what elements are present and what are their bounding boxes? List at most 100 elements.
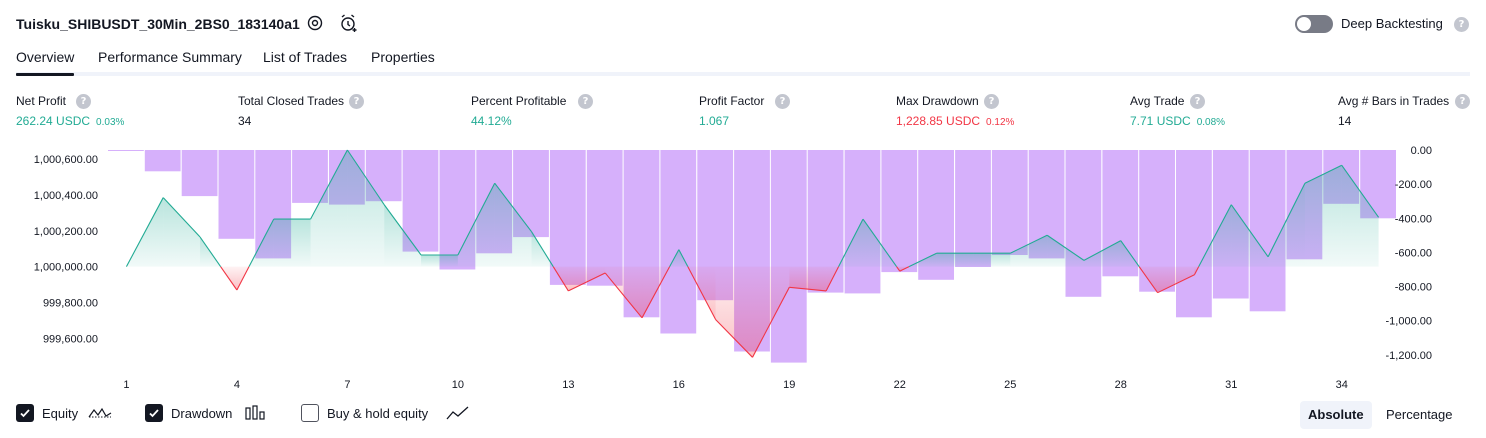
metric-amount: 1,228.85 USDC [896,114,981,128]
percentage-view-button[interactable]: Percentage [1378,401,1461,429]
metric-amount: 1.067 [699,114,730,128]
report-tabs: Overview Performance Summary List of Tra… [16,46,1470,76]
metric-percent-profitable: Percent Profitable ? 44.12% [471,94,593,128]
metric-value: 262.24 USDC 0.03% [16,114,124,128]
drawdown-bar [181,150,218,197]
metric-label: Net Profit [16,94,67,108]
metric-amount: 262.24 USDC [16,114,91,128]
metric-label: Percent Profitable [471,94,567,108]
x-axis-tick-label: 13 [562,379,574,391]
equity-legend-label: Equity [42,406,79,421]
drawdown-bar [1249,150,1286,312]
left-axis-tick-label: 1,000,000.00 [34,262,98,274]
metric-value: 7.71 USDC 0.08% [1130,114,1225,128]
metric-label: Avg Trade [1130,94,1185,108]
x-axis-tick-label: 19 [783,379,795,391]
legend-equity[interactable]: Equity [16,404,116,424]
drawdown-bar [218,150,255,239]
tab-properties[interactable]: Properties [371,49,435,65]
metric-value: 34 [238,114,251,128]
equity-area-segment [273,219,311,267]
metric-label: Avg # Bars in Trades [1338,94,1450,108]
metric-net-profit: Net Profit ? 262.24 USDC 0.03% [16,94,124,128]
left-axis-tick-label: 999,800.00 [43,298,98,310]
add-alert-clock-icon[interactable] [339,13,359,33]
metric-amount: 7.71 USDC [1130,114,1191,128]
drawdown-bar [955,150,991,267]
buy-hold-checkbox[interactable] [301,404,319,422]
metric-max-drawdown: Max Drawdown ? 1,228.85 USDC 0.12% [896,94,1014,128]
right-axis-tick-label: -800.00 [1395,282,1432,294]
right-axis-tick-label: -1,000.00 [1386,316,1432,328]
metric-total-closed-trades: Total Closed Trades ? 34 [238,94,364,128]
x-axis-tick-label: 28 [1115,379,1127,391]
deep-backtesting-toggle[interactable] [1295,15,1333,33]
metric-percent: 0.12% [986,117,1015,128]
tab-list-of-trades[interactable]: List of Trades [263,49,347,65]
left-axis-tick-label: 1,000,400.00 [34,190,98,202]
drawdown-bar [292,150,328,203]
metric-label: Max Drawdown [896,94,979,108]
x-axis-tick-label: 34 [1336,379,1348,391]
equity-area-segment [789,266,827,291]
drawdown-bar [586,150,623,286]
right-axis-tick-label: -400.00 [1395,213,1432,225]
metric-value: 1.067 [699,114,729,128]
avg-trade-help-icon[interactable]: ? [1190,94,1205,109]
left-axis-tick-label: 999,600.00 [43,334,98,346]
left-axis-tick-label: 1,000,600.00 [34,154,98,166]
drawdown-checkbox[interactable] [145,404,163,422]
buy-hold-line-icon [446,406,469,420]
legend-buy-hold-equity[interactable]: Buy & hold equity [301,404,471,424]
right-axis-tick-label: -200.00 [1395,179,1432,191]
tab-overview[interactable]: Overview [16,49,75,76]
equity-area-segment [163,197,201,267]
drawdown-bar [660,150,697,334]
equity-area-segment [421,255,458,267]
left-axis-tick-label: 1,000,200.00 [34,226,98,238]
equity-area-segment [973,253,1011,267]
drawdown-bar [144,150,181,172]
metric-label: Total Closed Trades [238,94,345,108]
tab-performance-summary[interactable]: Performance Summary [98,49,242,65]
metric-value: 44.12% [471,114,512,128]
metric-amount: 14 [1338,114,1352,128]
x-axis-tick-label: 1 [123,379,129,391]
x-axis-labels: 1 4 7 10 13 16 19 22 25 28 31 34 [123,379,1348,391]
settings-gear-icon[interactable] [305,13,325,33]
metric-avg-bars-in-trades: Avg # Bars in Trades ? 14 [1338,94,1470,128]
x-axis-tick-label: 7 [344,379,350,391]
drawdown-bars-icon [245,405,265,420]
metric-avg-trade: Avg Trade ? 7.71 USDC 0.08% [1130,94,1225,128]
right-axis-tick-label: 0.00 [1411,145,1432,157]
drawdown-bar [770,150,807,363]
net-profit-help-icon[interactable]: ? [76,94,91,109]
strategy-title: Tuisku_SHIBUSDT_30Min_2BS0_183140a1 [16,16,300,32]
drawdown-bar [991,150,1028,255]
avg-bars-help-icon[interactable]: ? [1455,94,1470,109]
toggle-knob [1297,17,1311,31]
metric-percent: 0.08% [1196,117,1226,128]
right-axis-tick-label: -1,200.00 [1386,350,1432,362]
x-axis-tick-label: 16 [673,379,685,391]
deep-backtesting-help-icon[interactable]: ? [1454,17,1469,32]
legend-drawdown[interactable]: Drawdown [145,404,275,424]
profit-factor-help-icon[interactable]: ? [775,94,790,109]
equity-checkbox[interactable] [16,404,34,422]
right-axis-tick-label: -600.00 [1395,247,1432,259]
metric-value: 14 [1338,114,1351,128]
percent-profitable-help-icon[interactable]: ? [578,94,593,109]
x-axis-tick-label: 25 [1004,379,1016,391]
x-axis-tick-label: 4 [234,379,240,391]
absolute-view-button[interactable]: Absolute [1300,401,1372,429]
metric-percent: 0.03% [96,117,125,128]
metric-amount: 44.12% [471,114,512,128]
max-drawdown-help-icon[interactable]: ? [984,94,999,109]
metric-value: 1,228.85 USDC 0.12% [896,114,1014,128]
drawdown-legend-label: Drawdown [171,406,233,421]
metric-profit-factor: Profit Factor ? 1.067 [699,94,790,128]
equity-drawdown-chart[interactable]: 1,000,600.00 1,000,400.00 1,000,200.00 1,00… [0,138,1486,400]
x-axis-tick-label: 10 [452,379,464,391]
total-closed-trades-help-icon[interactable]: ? [349,94,364,109]
equity-area-segment [715,266,753,358]
